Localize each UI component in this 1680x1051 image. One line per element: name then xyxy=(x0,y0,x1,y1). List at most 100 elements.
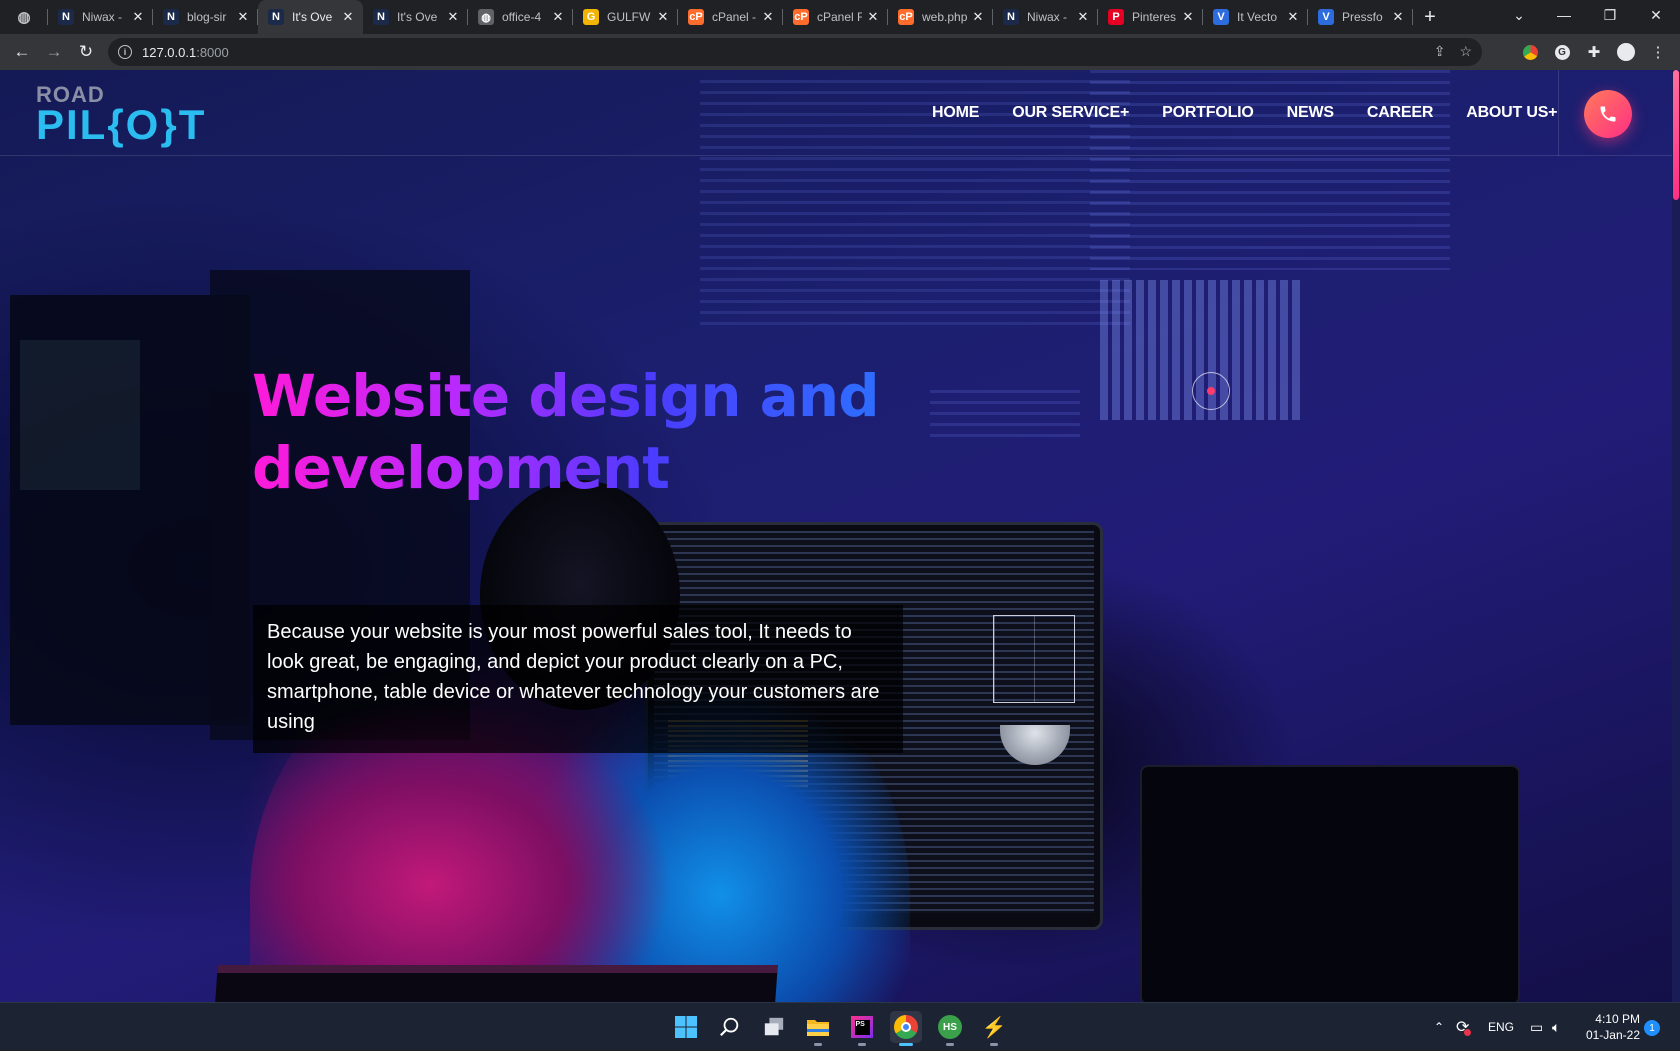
vector-logo-icon: V xyxy=(1318,9,1334,25)
nav-home[interactable]: HOME xyxy=(932,104,979,122)
sync-status-icon[interactable]: ⟳ xyxy=(1456,1003,1472,1051)
language-indicator[interactable]: ENG xyxy=(1488,1003,1514,1051)
profile-avatar-icon[interactable] xyxy=(1612,38,1640,66)
background-binders xyxy=(20,340,140,490)
n-logo-icon: N xyxy=(58,9,74,25)
browser-toolbar: ← → ↻ i 127.0.0.1:8000 ⇪ ☆ xyxy=(0,34,1680,70)
tab-close-icon[interactable]: ✕ xyxy=(551,9,565,25)
browser-tab[interactable]: N It's Ove ✕ xyxy=(258,0,363,34)
tab-close-icon[interactable]: ✕ xyxy=(761,9,775,25)
background-second-monitor xyxy=(1140,765,1520,1002)
browser-tab[interactable]: V It Vecto ✕ xyxy=(1203,0,1308,34)
n-logo-icon: N xyxy=(373,9,389,25)
scrollbar-thumb[interactable] xyxy=(1673,70,1679,200)
browser-tab[interactable]: V Pressfo ✕ xyxy=(1308,0,1413,34)
hero-description: Because your website is your most powerf… xyxy=(253,605,903,753)
browser-menu-icon[interactable]: ⋮ xyxy=(1644,38,1672,66)
browser-tab[interactable]: P Pinteres ✕ xyxy=(1098,0,1203,34)
tab-close-icon[interactable]: ✕ xyxy=(656,9,670,25)
grammarly-extension-icon[interactable]: G xyxy=(1548,38,1576,66)
colorful-extension-icon[interactable] xyxy=(1516,38,1544,66)
header-divider xyxy=(1558,70,1559,156)
nav-about-us[interactable]: ABOUT US+ xyxy=(1466,104,1557,122)
task-view-icon[interactable] xyxy=(758,1011,790,1043)
search-icon[interactable] xyxy=(714,1011,746,1043)
tab-title: blog-sir xyxy=(187,10,227,24)
browser-tab[interactable]: Nblog-sir ✕ xyxy=(153,0,258,34)
browser-tab[interactable]: cP cPanel F ✕ xyxy=(783,0,888,34)
volume-icon[interactable]: 🔈︎ xyxy=(1552,1003,1560,1051)
site-info-icon[interactable]: i xyxy=(118,45,132,59)
cpanel-icon: cP xyxy=(688,9,704,25)
extensions-puzzle-icon[interactable]: ✚ xyxy=(1580,38,1608,66)
phone-call-button[interactable] xyxy=(1584,90,1632,138)
gulf-logo-icon: G xyxy=(583,9,599,25)
phpstorm-icon[interactable]: PS xyxy=(846,1011,878,1046)
tab-close-icon[interactable]: ✕ xyxy=(446,9,460,25)
background-chair xyxy=(212,965,778,1002)
nav-news[interactable]: NEWS xyxy=(1287,104,1334,122)
tab-close-icon[interactable]: ✕ xyxy=(1286,9,1300,25)
tab-search-button[interactable]: ◍ xyxy=(0,0,48,34)
cpanel-icon: cP xyxy=(793,9,809,25)
n-logo-icon: N xyxy=(1003,9,1019,25)
tab-search-icon[interactable]: ⌄ xyxy=(1496,0,1542,30)
browser-tab-strip: ◍ N Niwax - ✕ Nblog-sir ✕ N It's Ove ✕ N It's Ove ✕… xyxy=(0,0,1680,34)
nav-career[interactable]: CAREER xyxy=(1367,104,1434,122)
system-clock[interactable]: 4:10 PM 01-Jan-22 xyxy=(1582,1011,1640,1043)
browser-tab[interactable]: cP web.php ✕ xyxy=(888,0,993,34)
tab-title: It Vecto xyxy=(1237,10,1278,24)
tab-title: cPanel F xyxy=(817,10,862,24)
app-bolt-icon[interactable]: ⚡ xyxy=(978,1011,1010,1046)
tab-title: Niwax - xyxy=(1027,10,1068,24)
tab-close-icon[interactable]: ✕ xyxy=(866,9,880,25)
windows-start-icon[interactable] xyxy=(670,1011,702,1043)
chrome-icon[interactable] xyxy=(890,1011,922,1046)
browser-tab[interactable]: N Niwax - ✕ xyxy=(993,0,1098,34)
tab-title: It's Ove xyxy=(292,10,333,24)
browser-tab[interactable]: N Niwax - ✕ xyxy=(48,0,153,34)
restore-button[interactable]: ❐ xyxy=(1587,0,1633,30)
forward-icon[interactable]: → xyxy=(38,36,70,68)
browser-tab[interactable]: cP cPanel - ✕ xyxy=(678,0,783,34)
tab-title: Pressfo xyxy=(1342,10,1383,24)
reload-icon[interactable]: ↻ xyxy=(70,36,102,68)
tab-close-icon[interactable]: ✕ xyxy=(1391,9,1405,25)
notification-badge[interactable]: 1 xyxy=(1644,1020,1660,1036)
tab-close-icon[interactable]: ✕ xyxy=(1181,9,1195,25)
minimize-button[interactable]: — xyxy=(1541,0,1587,30)
new-tab-button[interactable]: + xyxy=(1413,0,1447,34)
nav-our-service[interactable]: OUR SERVICE+ xyxy=(1012,104,1129,122)
tab-title: Niwax - xyxy=(82,10,123,24)
share-icon[interactable]: ⇪ xyxy=(1434,43,1446,60)
site-header: ROAD PIL{O}T HOME OUR SERVICE+ PORTFOLIO… xyxy=(0,70,1680,156)
n-logo-icon: N xyxy=(163,9,179,25)
tab-close-icon[interactable]: ✕ xyxy=(1076,9,1090,25)
tab-close-icon[interactable]: ✕ xyxy=(236,9,250,25)
tab-title: cPanel - xyxy=(712,10,757,24)
nav-portfolio[interactable]: PORTFOLIO xyxy=(1162,104,1254,122)
address-bar[interactable]: i 127.0.0.1:8000 ⇪ ☆ xyxy=(108,38,1482,66)
tab-close-icon[interactable]: ✕ xyxy=(131,9,145,25)
tab-title: web.php xyxy=(922,10,967,24)
globe-icon: ◍ xyxy=(478,9,494,25)
close-window-button[interactable]: ✕ xyxy=(1633,0,1679,30)
hubstaff-icon[interactable]: HS xyxy=(934,1011,966,1046)
bookmark-star-icon[interactable]: ☆ xyxy=(1459,43,1472,60)
pinterest-icon: P xyxy=(1108,9,1124,25)
tab-separator xyxy=(1412,9,1413,25)
file-explorer-icon[interactable] xyxy=(802,1011,834,1046)
browser-tab[interactable]: ◍ office-4 ✕ xyxy=(468,0,573,34)
browser-tab[interactable]: N It's Ove ✕ xyxy=(363,0,468,34)
tab-close-icon[interactable]: ✕ xyxy=(341,9,355,25)
main-nav: HOME OUR SERVICE+ PORTFOLIO NEWS CAREER … xyxy=(932,104,1590,122)
windows-taskbar: PS HS ⚡ ⌃ ⟳ ENG ▭ 🔈︎ 4:10 PM 01-Jan-22 1 xyxy=(0,1002,1680,1050)
tab-close-icon[interactable]: ✕ xyxy=(971,9,985,25)
browser-tab[interactable]: G GULFW ✕ xyxy=(573,0,678,34)
custom-cursor-dot xyxy=(1207,387,1215,395)
page-scrollbar[interactable] xyxy=(1672,70,1680,1002)
site-logo[interactable]: ROAD PIL{O}T xyxy=(36,84,206,146)
back-icon[interactable]: ← xyxy=(6,36,38,68)
network-icon[interactable]: ▭ xyxy=(1530,1003,1543,1051)
show-hidden-icons-icon[interactable]: ⌃ xyxy=(1434,1003,1444,1051)
